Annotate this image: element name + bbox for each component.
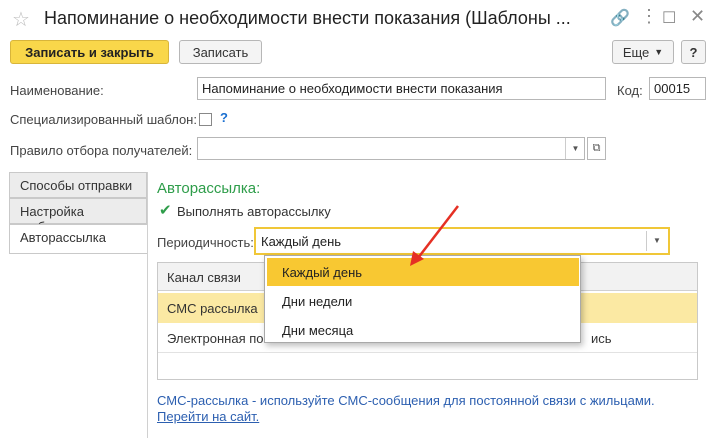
- footer-description: СМС-рассылка - используйте СМС-сообщения…: [157, 393, 655, 408]
- annotation-arrow: [410, 205, 459, 266]
- footer-note: СМС-рассылка - используйте СМС-сообщения…: [157, 393, 722, 425]
- annotation-arrow-line: [417, 205, 459, 259]
- go-to-site-link[interactable]: Перейти на сайт.: [157, 409, 259, 424]
